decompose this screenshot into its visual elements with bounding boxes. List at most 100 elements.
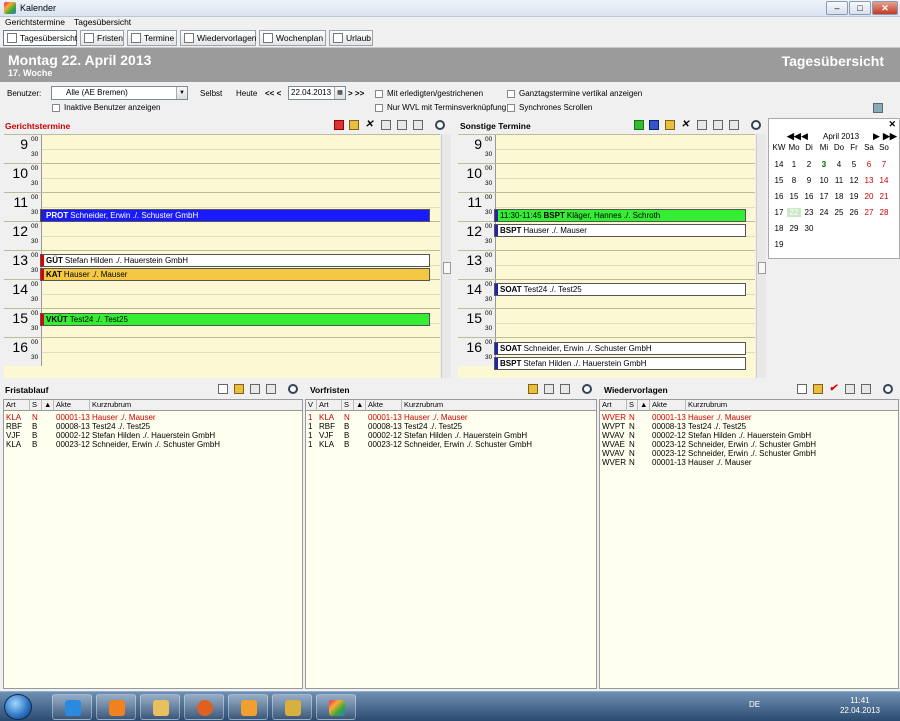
minical-day[interactable]: 24 <box>817 208 831 217</box>
other-scroll-thumb[interactable] <box>758 262 766 274</box>
court-scroll-thumb[interactable] <box>443 262 451 274</box>
chevron-down-icon[interactable]: ▼ <box>176 87 187 99</box>
minical-day[interactable]: 11 <box>832 176 846 185</box>
selbst-button[interactable]: Selbst <box>200 89 222 98</box>
inactive-users-checkbox[interactable] <box>52 104 60 112</box>
appointment[interactable]: SOAT Schneider, Erwin ./. Schuster GmbH <box>494 342 746 355</box>
appointment[interactable]: PROT Schneider, Erwin ./. Schuster GmbH <box>40 209 430 222</box>
list-row[interactable]: 1 RBF B 00008-13 Test24 ./. Test25 <box>306 422 596 431</box>
vorfristen-list[interactable]: V Art S ▲ Akte Kurzrubrum 1 KLA N 00001-13 Hauser … <box>305 399 597 689</box>
prev-nav-button[interactable]: << < <box>265 89 281 98</box>
list-row[interactable]: WVER N 00001-13 Hauser ./. Mauser <box>600 458 898 467</box>
next-month-icon[interactable]: ▶ <box>873 131 880 142</box>
column-header[interactable]: S <box>30 400 42 411</box>
print-icon[interactable] <box>845 384 855 394</box>
export-icon[interactable] <box>729 120 739 130</box>
column-header[interactable]: ▲ <box>354 400 366 411</box>
calendar-picker-icon[interactable]: ▦ <box>334 87 345 99</box>
minical-day[interactable]: 23 <box>802 208 816 217</box>
maximize-button[interactable]: □ <box>849 1 871 15</box>
delete-icon[interactable]: ✕ <box>681 120 691 130</box>
minical-day[interactable]: 6 <box>862 160 876 169</box>
prev-year-icon[interactable]: ◀◀ <box>787 131 801 142</box>
column-header[interactable]: Kurzrubrum <box>90 400 302 411</box>
taskbar-kalender[interactable] <box>316 694 356 720</box>
column-header[interactable]: Art <box>4 400 30 411</box>
taskbar-app2[interactable] <box>272 694 312 720</box>
new-blue-icon[interactable] <box>649 120 659 130</box>
menu-tagesuebersicht[interactable]: Tagesübersicht <box>74 17 131 27</box>
user-select[interactable]: Alle (AE Bremen) ▼ <box>51 86 188 100</box>
search-icon[interactable] <box>435 120 445 130</box>
minical-day[interactable]: 20 <box>862 192 876 201</box>
minical-day[interactable]: 30 <box>802 224 816 233</box>
appointment[interactable]: GÜT Stefan Hilden ./. Hauerstein GmbH <box>40 254 430 267</box>
column-header[interactable]: Akte <box>650 400 686 411</box>
column-header[interactable]: Art <box>600 400 627 411</box>
next-nav-button[interactable]: > >> <box>348 89 364 98</box>
tab-wiedervorlagen[interactable]: Wiedervorlagen <box>180 30 257 46</box>
list-row[interactable]: WVAV N 00023-12 Schneider, Erwin ./. Schust… <box>600 449 898 458</box>
taskbar-firefox[interactable] <box>184 694 224 720</box>
print-list-icon[interactable] <box>861 384 871 394</box>
column-header[interactable]: ▲ <box>638 400 650 411</box>
heute-button[interactable]: Heute <box>236 89 257 98</box>
delete-icon[interactable]: ✕ <box>365 120 375 130</box>
print-icon[interactable] <box>381 120 391 130</box>
done-checkbox[interactable] <box>375 90 383 98</box>
search-icon[interactable] <box>582 384 592 394</box>
taskbar-app1[interactable] <box>228 694 268 720</box>
minical-day[interactable]: 26 <box>847 208 861 217</box>
list-row[interactable]: VJF B 00002-12 Stefan Hilden ./. Hauerstein… <box>4 431 302 440</box>
wiedervorlagen-list[interactable]: Art S ▲ Akte Kurzrubrum WVER N 00001-13 Hauser .… <box>599 399 899 689</box>
minical-day[interactable]: 5 <box>847 160 861 169</box>
minical-day[interactable]: 9 <box>802 176 816 185</box>
print-icon[interactable] <box>544 384 554 394</box>
clock[interactable]: 11:41 22.04.2013 <box>840 696 880 716</box>
menu-gerichtstermine[interactable]: Gerichtstermine <box>5 17 65 27</box>
minical-day[interactable]: 13 <box>862 176 876 185</box>
export-icon[interactable] <box>413 120 423 130</box>
appointment[interactable]: BSPT Hauser ./. Mauser <box>494 224 746 237</box>
court-day-grid[interactable]: 9 00 30 10 00 30 11 00 30 12 00 30 13 00 30 14 00 30 15 00 3… <box>4 134 440 378</box>
minical-day[interactable]: 12 <box>847 176 861 185</box>
search-icon[interactable] <box>883 384 893 394</box>
column-header[interactable]: Akte <box>366 400 402 411</box>
minical-day[interactable]: 1 <box>787 160 801 169</box>
search-icon[interactable] <box>288 384 298 394</box>
print-icon[interactable] <box>250 384 260 394</box>
taskbar-media[interactable] <box>96 694 136 720</box>
open-folder-icon[interactable] <box>234 384 244 394</box>
tab-fristen[interactable]: Fristen <box>80 30 124 46</box>
tab-wochenplan[interactable]: Wochenplan <box>259 30 326 46</box>
print-list-icon[interactable] <box>560 384 570 394</box>
minical-day[interactable]: 10 <box>817 176 831 185</box>
minical-day[interactable]: 14 <box>877 176 891 185</box>
print-list-icon[interactable] <box>266 384 276 394</box>
users-icon[interactable] <box>873 103 883 113</box>
minical-day[interactable]: 18 <box>832 192 846 201</box>
print-list-icon[interactable] <box>713 120 723 130</box>
list-row[interactable]: RBF B 00008-13 Test24 ./. Test25 <box>4 422 302 431</box>
next-year-icon[interactable]: ▶▶ <box>883 131 897 142</box>
minical-day[interactable]: 15 <box>787 192 801 201</box>
column-header[interactable]: Akte <box>54 400 90 411</box>
other-day-grid[interactable]: 9 00 30 10 00 30 11 00 30 12 00 30 13 00 30 14 00 30 15 00 3… <box>458 134 755 378</box>
list-row[interactable]: KLA B 00023-12 Schneider, Erwin ./. Schuste… <box>4 440 302 449</box>
tab-urlaub[interactable]: Urlaub <box>329 30 373 46</box>
minical-day[interactable]: 29 <box>787 224 801 233</box>
minical-day[interactable]: 19 <box>847 192 861 201</box>
print-icon[interactable] <box>697 120 707 130</box>
column-header[interactable]: Kurzrubrum <box>686 400 898 411</box>
minimize-button[interactable]: – <box>826 1 848 15</box>
appointment[interactable]: VKÜT Test24 ./. Test25 <box>40 313 430 326</box>
minical-day[interactable]: 27 <box>862 208 876 217</box>
language-indicator[interactable]: DE <box>749 700 760 709</box>
list-row[interactable]: 1 KLA B 00023-12 Schneider, Erwin ./. Schust… <box>306 440 596 449</box>
minical-day[interactable]: 21 <box>877 192 891 201</box>
search-icon[interactable] <box>751 120 761 130</box>
court-scrollbar[interactable] <box>441 134 451 378</box>
tab-termine[interactable]: Termine <box>127 30 177 46</box>
minical-day[interactable]: 2 <box>802 160 816 169</box>
list-row[interactable]: WVPT N 00008-13 Test24 ./. Test25 <box>600 422 898 431</box>
